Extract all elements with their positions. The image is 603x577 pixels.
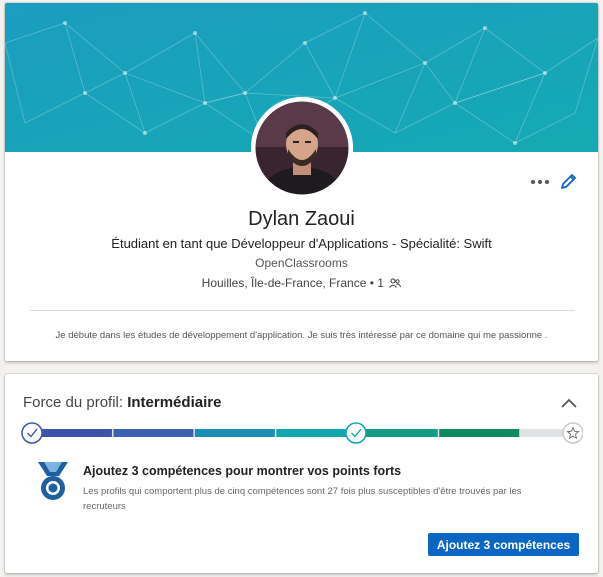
strength-heading: Force du profil: Intermédiaire bbox=[23, 394, 221, 411]
meter-segment bbox=[439, 429, 520, 437]
profile-strength-card: Force du profil: Intermédiaire Ajoutez 3… bbox=[5, 374, 598, 573]
meter-segment bbox=[32, 429, 112, 437]
more-actions-button[interactable] bbox=[527, 173, 553, 191]
strength-label: Force du profil: bbox=[23, 394, 124, 411]
task-title: Ajoutez 3 compétences pour montrer vos p… bbox=[83, 464, 402, 478]
suggested-task: Ajoutez 3 compétences pour montrer vos p… bbox=[33, 460, 573, 520]
avatar[interactable] bbox=[251, 97, 353, 199]
task-description: Les profils qui comportent plus de cinq … bbox=[83, 486, 522, 512]
profile-company[interactable]: OpenClassrooms bbox=[5, 256, 598, 270]
star-icon bbox=[562, 422, 583, 444]
profile-photo bbox=[251, 97, 353, 199]
skill-badge-icon bbox=[38, 462, 68, 500]
divider bbox=[30, 310, 575, 311]
collapse-button[interactable] bbox=[559, 396, 579, 410]
chevron-up-icon bbox=[561, 398, 577, 408]
profile-location: Houilles, Île-de-France, France bbox=[201, 275, 367, 290]
people-icon bbox=[389, 278, 402, 288]
strength-level: Intermédiaire bbox=[127, 394, 222, 411]
profile-card: Dylan Zaoui Étudiant en tant que Dévelop… bbox=[5, 3, 598, 361]
profile-name: Dylan Zaoui bbox=[248, 208, 355, 230]
location-row: Houilles, Île-de-France, France • 1 bbox=[5, 275, 598, 290]
meter-current-node bbox=[345, 422, 367, 444]
profile-summary: Je débute dans les études de développeme… bbox=[55, 330, 548, 341]
connections-count[interactable]: 1 bbox=[377, 276, 384, 290]
profile-headline: Étudiant en tant que Développeur d'Appli… bbox=[111, 236, 492, 251]
strength-meter bbox=[21, 422, 583, 444]
meter-start-node bbox=[21, 422, 43, 444]
meter-segment bbox=[357, 429, 438, 437]
add-skills-button[interactable]: Ajoutez 3 compétences bbox=[428, 533, 579, 556]
meter-segment bbox=[113, 429, 194, 437]
separator-dot: • bbox=[369, 275, 374, 290]
edit-profile-button[interactable] bbox=[557, 169, 581, 193]
more-horizontal-icon bbox=[531, 180, 549, 184]
meter-segment bbox=[276, 429, 357, 437]
pencil-icon bbox=[561, 174, 576, 189]
meter-segment bbox=[194, 429, 275, 437]
